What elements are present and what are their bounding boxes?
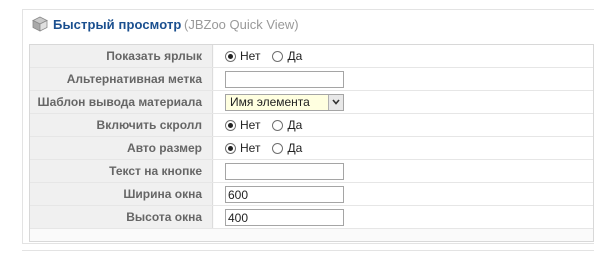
quick-view-panel: Быстрый просмотр (JBZoo Quick View) Пока… bbox=[22, 9, 594, 244]
param-value: Нет Да bbox=[214, 45, 593, 67]
param-row-auto-size: Авто размер Нет Да bbox=[30, 137, 593, 160]
radio-group-scroll: Нет Да bbox=[225, 118, 314, 133]
param-row-height: Высота окна bbox=[30, 206, 593, 229]
chevron-down-icon bbox=[332, 99, 340, 105]
radio-no[interactable] bbox=[225, 120, 236, 131]
radio-no-label[interactable]: Нет bbox=[240, 141, 260, 156]
panel-subtitle: (JBZoo Quick View) bbox=[184, 17, 299, 32]
param-row-template: Шаблон вывода материала Имя элемента bbox=[30, 91, 593, 114]
param-label: Авто размер bbox=[30, 137, 213, 159]
param-label: Ширина окна bbox=[30, 183, 213, 205]
radio-group-auto-size: Нет Да bbox=[225, 141, 314, 156]
radio-no-label[interactable]: Нет bbox=[240, 49, 260, 64]
select-dropdown-button[interactable] bbox=[328, 95, 343, 110]
param-label: Показать ярлык bbox=[30, 45, 213, 67]
window-height-input[interactable] bbox=[225, 209, 344, 226]
radio-no[interactable] bbox=[225, 143, 236, 154]
param-row-width: Ширина окна bbox=[30, 183, 593, 206]
param-row-scroll: Включить скролл Нет Да bbox=[30, 114, 593, 137]
param-row-alt-label: Альтернативная метка bbox=[30, 68, 593, 91]
param-label: Высота окна bbox=[30, 206, 213, 228]
param-label: Альтернативная метка bbox=[30, 68, 213, 90]
param-label: Текст на кнопке bbox=[30, 160, 213, 182]
alt-label-input[interactable] bbox=[225, 71, 344, 88]
params-table: Показать ярлык Нет Да Альтернативная мет… bbox=[29, 44, 594, 242]
button-text-input[interactable] bbox=[225, 163, 344, 180]
radio-yes-label[interactable]: Да bbox=[287, 118, 302, 133]
template-select-value: Имя элемента bbox=[230, 95, 310, 109]
param-value: Нет Да bbox=[214, 137, 593, 159]
param-label: Включить скролл bbox=[30, 114, 213, 136]
panel-title: Быстрый просмотр bbox=[53, 17, 182, 32]
radio-yes[interactable] bbox=[272, 143, 284, 154]
param-value: Имя элемента bbox=[214, 91, 593, 113]
param-value bbox=[214, 68, 593, 90]
param-row-button-text: Текст на кнопке bbox=[30, 160, 593, 183]
param-label: Шаблон вывода материала bbox=[30, 91, 213, 113]
param-value bbox=[214, 183, 593, 205]
param-value bbox=[214, 206, 593, 228]
cube-icon bbox=[32, 16, 48, 32]
radio-yes[interactable] bbox=[272, 51, 284, 62]
panel-header: Быстрый просмотр (JBZoo Quick View) bbox=[23, 10, 594, 38]
radio-yes-label[interactable]: Да bbox=[287, 49, 302, 64]
param-value: Нет Да bbox=[214, 114, 593, 136]
radio-no[interactable] bbox=[225, 51, 236, 62]
divider bbox=[22, 250, 594, 251]
radio-yes[interactable] bbox=[272, 120, 284, 131]
template-select[interactable]: Имя элемента bbox=[225, 94, 344, 111]
radio-yes-label[interactable]: Да bbox=[287, 141, 302, 156]
radio-no-label[interactable]: Нет bbox=[240, 118, 260, 133]
param-row-show-label: Показать ярлык Нет Да bbox=[30, 45, 593, 68]
radio-group-show-label: Нет Да bbox=[225, 49, 314, 64]
window-width-input[interactable] bbox=[225, 186, 344, 203]
param-value bbox=[214, 160, 593, 182]
